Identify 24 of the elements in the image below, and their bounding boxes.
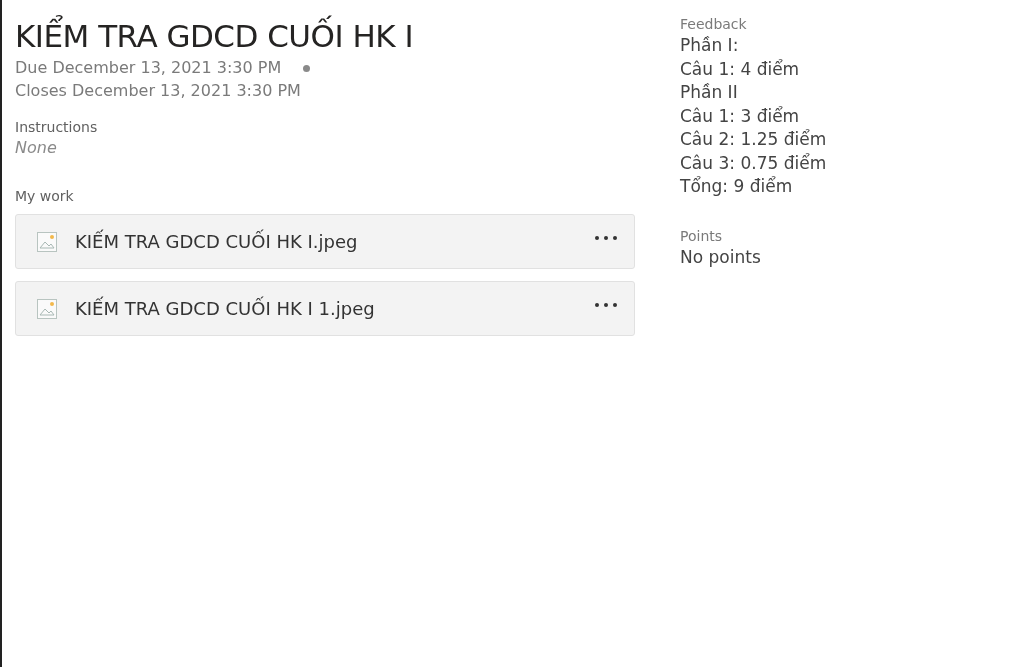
due-date: Due December 13, 2021 3:30 PM [15,57,282,79]
section-label: Instructions [15,118,99,137]
section-label: My work [15,187,75,206]
image-file-icon [36,230,58,253]
image-file-icon [36,297,58,320]
feedback-line: Câu 1: 4 điểm [680,57,801,81]
section-label: Feedback [680,15,748,34]
section-label: Points [680,226,724,245]
feedback-line: Câu 2: 1.25 điểm [680,128,828,151]
feedback-line: Phần I: [680,34,740,57]
feedback-line: Tổng: 9 điểm [680,175,794,198]
more-options-icon[interactable] [594,301,618,308]
feedback-line: Câu 1: 3 điểm [680,104,801,128]
assignment-title: KIỂM TRA GDCD CUỐI HK I [15,16,635,56]
feedback-line: Câu 3: 0.75 điểm [680,151,828,175]
file-card[interactable]: KIẾM TRA GDCD CUỐI HK I.jpeg [15,214,635,269]
more-options-icon[interactable] [594,234,618,241]
close-date: Closes December 13, 2021 3:30 PM [15,80,302,102]
instructions-text: None [15,137,58,159]
file-name: KIẾM TRA GDCD CUỐI HK I 1.jpeg [75,295,376,321]
file-name: KIẾM TRA GDCD CUỐI HK I.jpeg [75,228,359,254]
file-card[interactable]: KIẾM TRA GDCD CUỐI HK I 1.jpeg [15,281,635,336]
feedback-line: Phần II [680,81,739,104]
points-value: No points [680,245,762,269]
